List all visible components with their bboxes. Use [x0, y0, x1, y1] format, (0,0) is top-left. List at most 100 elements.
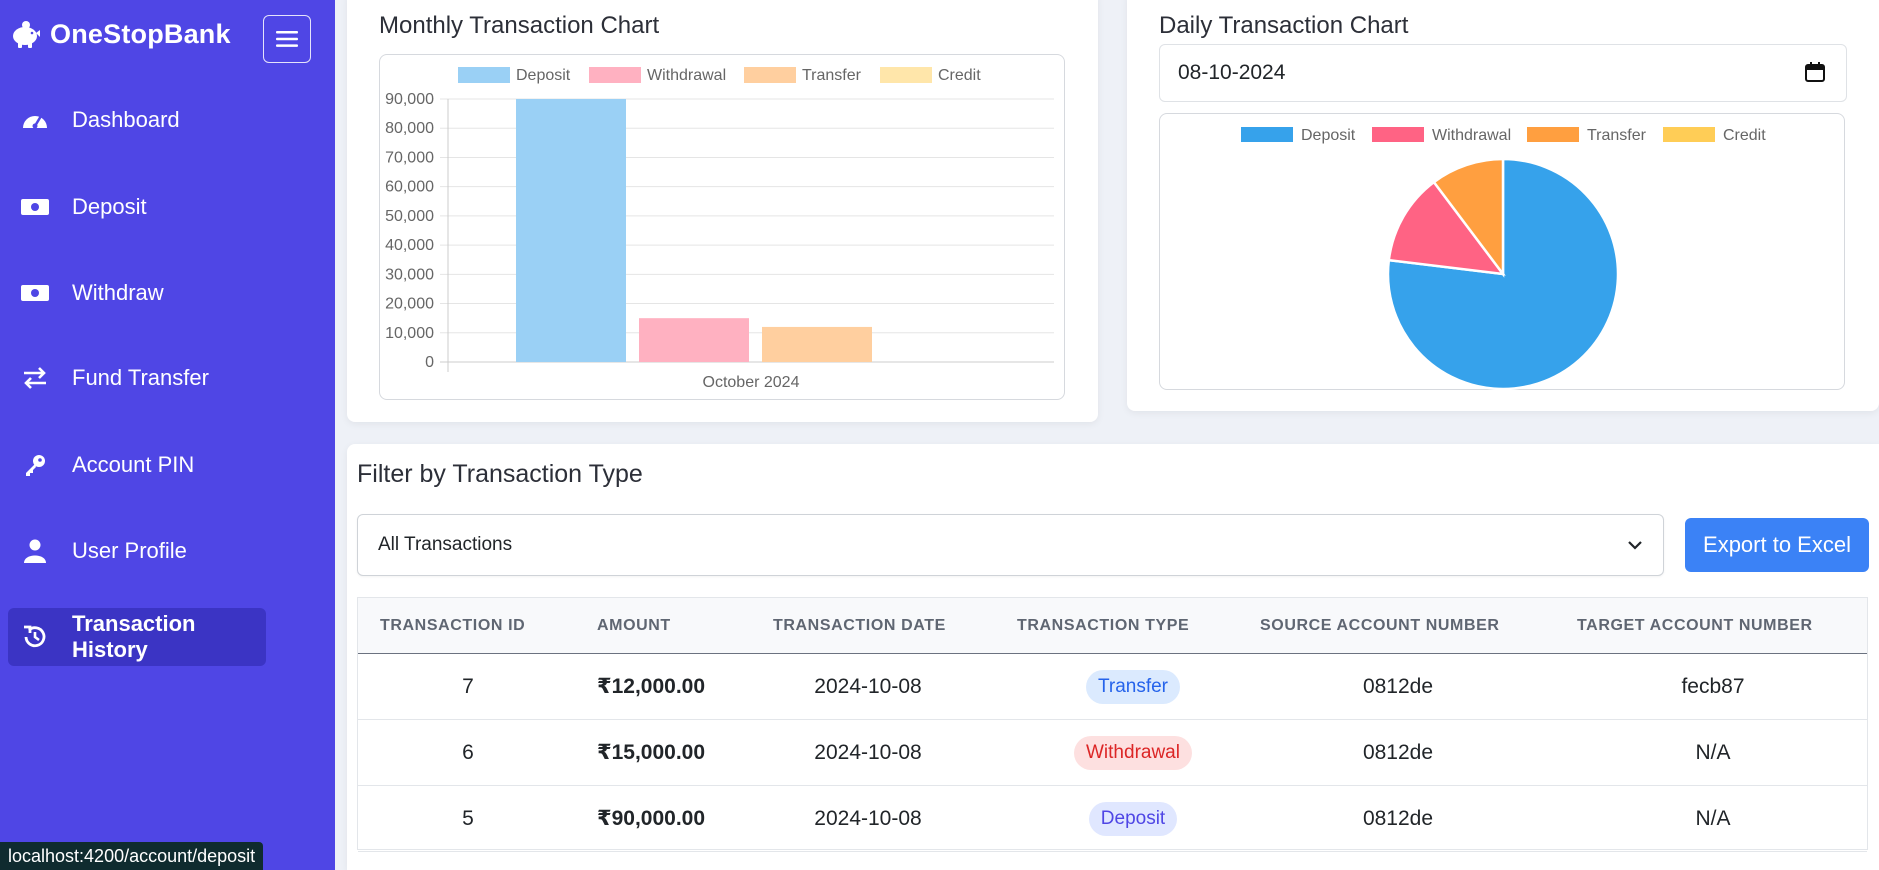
header-amount[interactable]: AMOUNT — [597, 598, 671, 654]
transaction-type-select[interactable]: All Transactions — [357, 514, 1664, 576]
sidebar-item-withdraw[interactable]: Withdraw — [8, 264, 266, 322]
y-tick-label: 90,000 — [385, 91, 434, 108]
user-icon — [20, 536, 50, 566]
header-target-account[interactable]: TARGET ACCOUNT NUMBER — [1577, 598, 1813, 654]
sidebar-item-fund-transfer[interactable]: Fund Transfer — [8, 349, 266, 407]
chevron-down-icon — [1627, 537, 1643, 553]
legend-swatch — [880, 67, 932, 83]
table-row[interactable]: 7 ₹12,000.00 2024-10-08 Transfer 0812de … — [358, 654, 1867, 720]
sidebar-item-user-profile[interactable]: User Profile — [8, 522, 266, 580]
type-badge: Transfer — [1085, 670, 1181, 705]
date-value: 08-10-2024 — [1178, 61, 1286, 84]
y-tick-label: 50,000 — [385, 208, 434, 225]
cell-target: fecb87 — [1681, 675, 1745, 698]
monthly-chart-card: Monthly Transaction Chart Deposit Withdra… — [347, 0, 1098, 422]
export-to-excel-button[interactable]: Export to Excel — [1685, 518, 1869, 572]
cell-id: 7 — [462, 675, 474, 698]
cell-type: Withdrawal — [1018, 720, 1248, 786]
brand-name: OneStopBank — [50, 18, 231, 49]
x-tick-label: October 2024 — [703, 374, 800, 391]
cell-source: 0812de — [1362, 675, 1434, 698]
sidebar-item-label: Deposit — [72, 194, 147, 219]
header-transaction-date[interactable]: TRANSACTION DATE — [773, 598, 946, 654]
sidebar-item-label: User Profile — [72, 538, 187, 563]
y-tick-label: 70,000 — [385, 149, 434, 166]
legend-label: Withdrawal — [647, 67, 726, 84]
calendar-icon[interactable] — [1804, 61, 1828, 85]
monthly-bar-chart: Deposit Withdrawal Transfer Credit 90,000 80,… — [385, 67, 1054, 391]
sidebar-item-dashboard[interactable]: Dashboard — [8, 91, 266, 149]
piggy-bank-icon — [8, 17, 42, 51]
legend-label: Credit — [1723, 127, 1766, 144]
legend-swatch — [1241, 127, 1293, 142]
header-transaction-type[interactable]: TRANSACTION TYPE — [1017, 598, 1189, 654]
sidebar-item-label: Account PIN — [72, 452, 195, 477]
legend-swatch — [458, 67, 510, 83]
legend-label: Withdrawal — [1432, 127, 1511, 144]
filter-title: Filter by Transaction Type — [357, 460, 643, 488]
cell-target: N/A — [1695, 741, 1731, 764]
legend-swatch — [1372, 127, 1424, 142]
table-row[interactable]: 5 ₹90,000.00 2024-10-08 Deposit 0812de N… — [358, 786, 1867, 852]
brand[interactable]: OneStopBank — [8, 14, 231, 54]
sidebar-item-transaction-history[interactable]: Transaction History — [8, 608, 266, 666]
sidebar-item-account-pin[interactable]: Account PIN — [8, 436, 266, 494]
key-icon — [20, 450, 50, 480]
legend-label: Deposit — [516, 67, 571, 84]
bar-transfer — [762, 326, 872, 362]
y-tick-label: 10,000 — [385, 325, 434, 342]
legend-swatch — [1663, 127, 1715, 142]
table-row[interactable]: 6 ₹15,000.00 2024-10-08 Withdrawal 0812d… — [358, 720, 1867, 786]
sidebar: OneStopBank Dashboard Deposit Withdraw F… — [0, 0, 335, 870]
date-picker-input[interactable]: 08-10-2024 — [1159, 44, 1847, 102]
transactions-table: TRANSACTION ID AMOUNT TRANSACTION DATE T… — [357, 597, 1868, 852]
money-icon — [20, 192, 50, 222]
legend-swatch — [589, 67, 641, 83]
type-badge: Withdrawal — [1074, 736, 1192, 771]
bar-deposit — [516, 99, 626, 362]
sidebar-item-label: Dashboard — [72, 107, 180, 132]
y-tick-label: 80,000 — [385, 120, 434, 137]
cell-date: 2024-10-08 — [814, 675, 922, 698]
monthly-chart-container: Deposit Withdrawal Transfer Credit 90,000 80,… — [379, 54, 1065, 400]
legend-swatch — [744, 67, 796, 83]
monthly-chart-title: Monthly Transaction Chart — [379, 12, 660, 39]
cell-amount: ₹90,000.00 — [597, 807, 706, 830]
cell-type: Deposit — [1018, 786, 1248, 852]
daily-chart-container: Deposit Withdrawal Transfer Credit — [1159, 113, 1845, 391]
money-icon — [20, 278, 50, 308]
select-value: All Transactions — [378, 534, 513, 555]
sidebar-item-deposit[interactable]: Deposit — [8, 178, 266, 236]
y-tick-label: 40,000 — [385, 237, 434, 254]
cell-id: 5 — [462, 807, 474, 830]
header-source-account[interactable]: SOURCE ACCOUNT NUMBER — [1260, 598, 1500, 654]
daily-chart-card: Daily Transaction Chart 08-10-2024 Depos… — [1127, 0, 1879, 411]
history-icon — [20, 622, 50, 652]
menu-toggle-button[interactable] — [263, 15, 311, 63]
y-tick-label: 0 — [425, 354, 434, 371]
sidebar-item-label: Fund Transfer — [72, 365, 209, 390]
legend-label: Transfer — [1587, 127, 1647, 144]
status-bar-url: localhost:4200/account/deposit — [0, 842, 264, 870]
exchange-icon — [20, 363, 50, 393]
daily-pie-chart: Deposit Withdrawal Transfer Credit — [1241, 127, 1766, 391]
header-transaction-id[interactable]: TRANSACTION ID — [380, 598, 525, 654]
y-tick-label: 60,000 — [385, 179, 434, 196]
cell-target: N/A — [1695, 807, 1731, 830]
cell-date: 2024-10-08 — [814, 741, 922, 764]
cell-date: 2024-10-08 — [814, 807, 922, 830]
cell-amount: ₹15,000.00 — [597, 741, 706, 764]
cell-amount: ₹12,000.00 — [597, 675, 706, 698]
cell-source: 0812de — [1362, 807, 1434, 830]
daily-chart-title: Daily Transaction Chart — [1159, 12, 1409, 39]
cell-source: 0812de — [1362, 741, 1434, 764]
table-header: TRANSACTION ID AMOUNT TRANSACTION DATE T… — [358, 598, 1867, 654]
gauge-icon — [20, 105, 50, 135]
legend-label: Transfer — [802, 67, 862, 84]
y-tick-label: 30,000 — [385, 266, 434, 283]
legend-label: Deposit — [1301, 127, 1356, 144]
sidebar-item-label: Withdraw — [72, 280, 164, 305]
legend-label: Credit — [938, 67, 981, 84]
type-badge: Deposit — [1088, 802, 1178, 837]
cell-id: 6 — [462, 741, 474, 764]
